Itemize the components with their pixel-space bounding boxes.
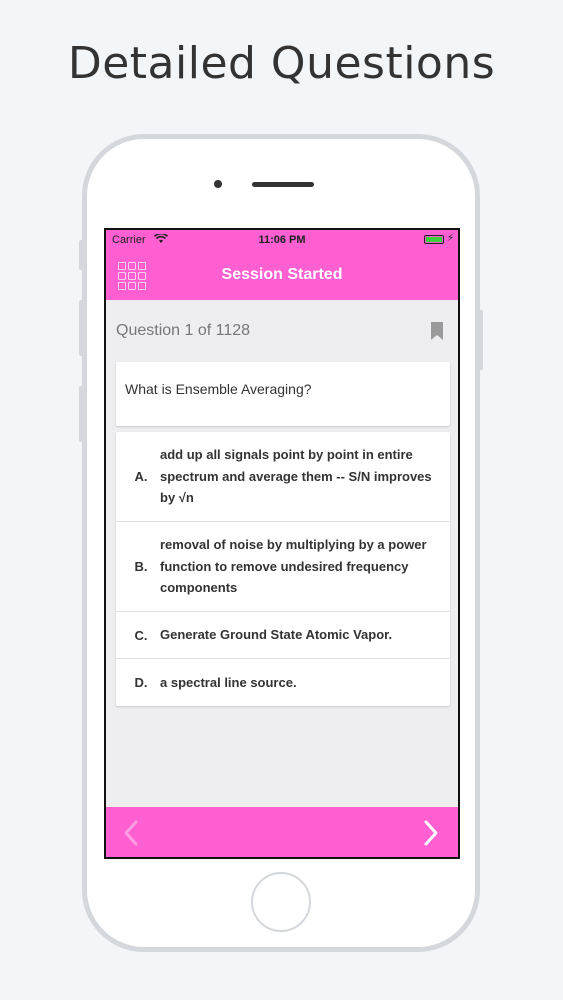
answer-text: a spectral line source. (160, 674, 297, 690)
phone-mute-switch (79, 240, 83, 270)
question-text: What is Ensemble Averaging? (125, 381, 312, 397)
answer-text: removal of noise by multiplying by a pow… (160, 537, 427, 596)
phone-volume-down (79, 386, 83, 442)
answer-letter: C. (134, 627, 148, 643)
answer-option-a[interactable]: A. add up all signals point by point in … (116, 432, 450, 522)
answer-option-b[interactable]: B. removal of noise by multiplying by a … (116, 522, 450, 612)
answer-letter: B. (134, 559, 148, 574)
phone-power-button (479, 310, 483, 370)
chevron-right-icon[interactable] (422, 819, 440, 847)
status-bar: Carrier 11:06 PM ⚡ (106, 230, 458, 252)
answer-text: Generate Ground State Atomic Vapor. (160, 627, 393, 643)
question-card: What is Ensemble Averaging? (116, 362, 450, 426)
nav-title: Session Started (221, 266, 343, 283)
phone-volume-up (79, 300, 83, 356)
status-time: 11:06 PM (258, 234, 306, 246)
bookmark-icon[interactable] (430, 322, 444, 340)
answer-text: add up all signals point by point in ent… (160, 447, 432, 506)
charging-bolt-icon: ⚡ (446, 233, 454, 244)
bottom-nav-bar (106, 807, 458, 857)
phone-camera (214, 180, 222, 188)
question-counter: Question 1 of 1128 (116, 322, 251, 339)
headline: Detailed Questions (67, 38, 496, 89)
battery-icon (424, 235, 444, 244)
app-screen: Carrier 11:06 PM ⚡ Session Started Quest… (104, 228, 460, 859)
answer-list: A. add up all signals point by point in … (116, 432, 450, 706)
answer-option-d[interactable]: D. a spectral line source. (116, 659, 450, 706)
answer-option-c[interactable]: C. Generate Ground State Atomic Vapor. (116, 612, 450, 659)
chevron-left-icon[interactable] (122, 819, 140, 847)
phone-speaker (252, 182, 314, 187)
answer-letter: A. (134, 469, 148, 484)
phone-home-button (251, 872, 311, 932)
nav-bar: Session Started (106, 252, 458, 300)
answer-letter: D. (134, 675, 148, 690)
